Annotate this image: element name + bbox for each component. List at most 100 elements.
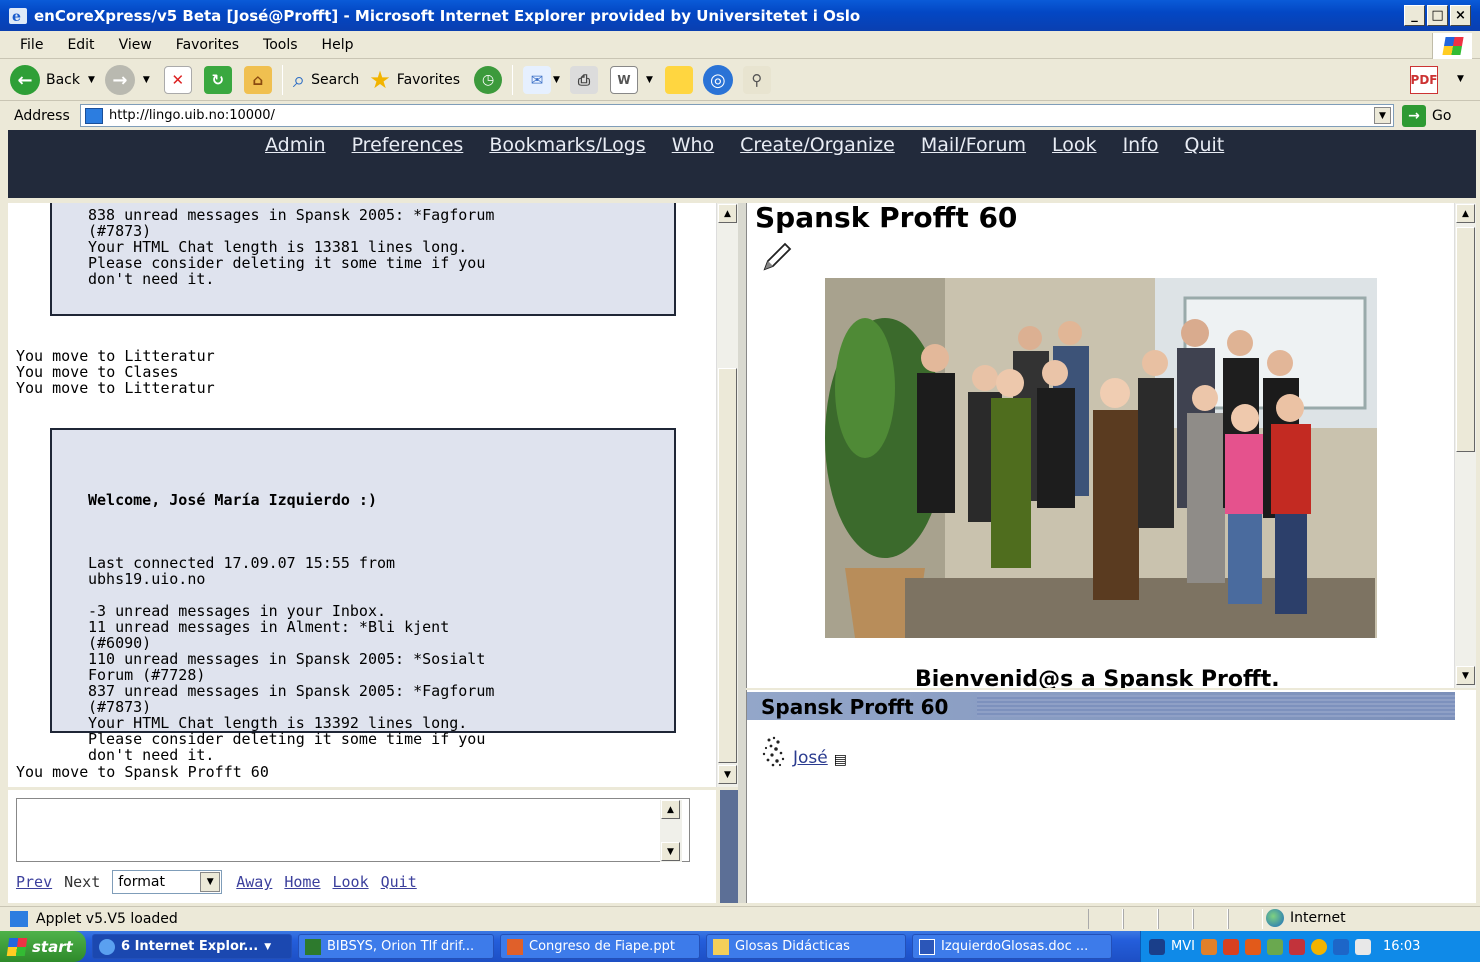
frame-border <box>720 790 738 903</box>
move-messages: You move to Litteratur You move to Clase… <box>16 347 215 397</box>
favorites-button[interactable]: ★ Favorites <box>369 66 460 94</box>
room-scroll-down-icon[interactable]: ▼ <box>1456 666 1475 685</box>
menu-tools[interactable]: Tools <box>251 37 310 53</box>
pdf-dropdown-icon[interactable]: ▼ <box>1457 74 1464 84</box>
room-scroll-thumb[interactable] <box>1456 227 1475 452</box>
menu-help[interactable]: Help <box>310 37 366 53</box>
status-text: Applet v5.V5 loaded <box>36 910 178 927</box>
acrobat-tray-icon[interactable] <box>1222 938 1239 955</box>
pdf-icon[interactable]: PDF <box>1410 66 1438 94</box>
forward-button[interactable]: → ▼ <box>104 65 150 95</box>
forward-dropdown-icon[interactable]: ▼ <box>143 75 150 85</box>
maximize-button[interactable]: □ <box>1427 5 1448 26</box>
close-button[interactable]: × <box>1450 5 1471 26</box>
flower-tray-icon[interactable] <box>1310 938 1327 955</box>
nc-tray-icon[interactable] <box>1149 938 1165 955</box>
window-title: enCoreXpress/v5 Beta [José@Profft] - Mic… <box>34 6 861 25</box>
toolbar-separator-2 <box>512 65 514 95</box>
nav-info[interactable]: Info <box>1123 134 1159 156</box>
nav-who[interactable]: Who <box>672 134 714 156</box>
nav-quit[interactable]: Quit <box>1185 134 1225 156</box>
menu-view[interactable]: View <box>107 37 164 53</box>
network-tray-icon[interactable] <box>1266 938 1283 955</box>
nav-create-organize[interactable]: Create/Organize <box>740 134 895 156</box>
window-titlebar[interactable]: e enCoreXpress/v5 Beta [José@Profft] - M… <box>0 0 1480 31</box>
task-folder[interactable]: Glosas Didácticas <box>706 934 906 959</box>
room-scroll-up-icon[interactable]: ▲ <box>1456 204 1475 223</box>
task-bibsys[interactable]: BIBSYS, Orion Tlf drif... <box>298 934 494 959</box>
tray-label[interactable]: MVI <box>1171 939 1195 954</box>
user-entry[interactable]: José ▤ <box>761 734 847 768</box>
who-header: Spansk Profft 60 <box>747 692 1455 720</box>
nav-admin[interactable]: Admin <box>265 134 326 156</box>
office-tray-icon[interactable] <box>1244 938 1261 955</box>
user-name-link[interactable]: José <box>793 748 828 768</box>
svg-text:e: e <box>12 9 21 25</box>
print-icon[interactable]: ⎙ <box>569 66 598 94</box>
input-scrollbar[interactable]: ▲ ▼ <box>660 800 682 862</box>
address-input[interactable]: http://lingo.uib.no:10000/ ▼ <box>80 104 1394 127</box>
back-button[interactable]: ← Back ▼ <box>10 65 95 95</box>
menu-file[interactable]: File <box>8 37 55 53</box>
messenger-icon[interactable]: ◎ <box>702 65 733 95</box>
quit-link[interactable]: Quit <box>381 873 417 891</box>
go-label: Go <box>1432 108 1452 124</box>
star-icon: ★ <box>369 66 391 94</box>
home-link[interactable]: Home <box>284 873 320 891</box>
scroll-up-icon[interactable]: ▲ <box>718 204 737 223</box>
welcome-message-box: Welcome, José María Izquierdo :) Last co… <box>50 428 676 763</box>
away-link[interactable]: Away <box>236 873 272 891</box>
home-icon[interactable]: ⌂ <box>243 66 272 94</box>
note-icon[interactable] <box>664 66 693 94</box>
edit-dropdown-icon[interactable]: ▼ <box>646 75 653 85</box>
nav-look[interactable]: Look <box>1052 134 1097 156</box>
scroll-down-icon[interactable]: ▼ <box>718 765 737 784</box>
nav-preferences[interactable]: Preferences <box>352 134 464 156</box>
edit-word-icon[interactable]: W <box>609 66 638 94</box>
back-dropdown-icon[interactable]: ▼ <box>88 75 95 85</box>
next-label[interactable]: Next <box>64 873 100 891</box>
start-button[interactable]: start <box>0 931 86 962</box>
prev-link[interactable]: Prev <box>16 873 52 891</box>
chat-log[interactable]: 838 unread messages in Spansk 2005: *Fag… <box>8 203 716 787</box>
antivirus-tray-icon[interactable] <box>1332 938 1349 955</box>
mail-icon[interactable]: ✉ <box>523 66 552 94</box>
nav-bookmarks-logs[interactable]: Bookmarks/Logs <box>489 134 645 156</box>
toolbar-separator <box>281 65 283 95</box>
stop-icon[interactable]: ✕ <box>163 66 192 94</box>
look-link[interactable]: Look <box>333 873 369 891</box>
search-button[interactable]: ⌕ Search <box>293 68 359 93</box>
room-title: Spansk Profft 60 <box>755 203 1018 234</box>
java-tray-icon[interactable] <box>1200 938 1217 955</box>
scroll-thumb[interactable] <box>718 368 737 763</box>
pencil-icon[interactable] <box>759 239 795 275</box>
nav-mail-forum[interactable]: Mail/Forum <box>921 134 1026 156</box>
go-button[interactable]: → Go <box>1402 105 1451 127</box>
favorites-label: Favorites <box>396 72 461 88</box>
format-select[interactable]: format ▼ <box>112 870 223 894</box>
speaker-tray-icon[interactable] <box>1354 938 1371 955</box>
mail-dropdown-icon[interactable]: ▼ <box>553 75 560 85</box>
task-internet-explorer[interactable]: 6 Internet Explor... ▼ <box>92 934 292 959</box>
room-scrollbar[interactable]: ▲ ▼ <box>1454 203 1476 688</box>
word-icon <box>919 938 935 955</box>
shield-tray-icon[interactable] <box>1288 938 1305 955</box>
menu-favorites[interactable]: Favorites <box>164 37 251 53</box>
address-url: http://lingo.uib.no:10000/ <box>109 108 275 123</box>
chat-scrollbar[interactable]: ▲ ▼ <box>716 203 738 787</box>
pane-divider[interactable] <box>738 203 746 903</box>
minimize-button[interactable]: _ <box>1404 5 1425 26</box>
task-word[interactable]: IzquierdoGlosas.doc ... <box>912 934 1112 959</box>
forward-arrow-icon: → <box>104 65 135 95</box>
input-scroll-up-icon[interactable]: ▲ <box>661 800 680 819</box>
menu-edit[interactable]: Edit <box>55 37 106 53</box>
ie-logo-icon: e <box>9 7 27 25</box>
refresh-icon[interactable]: ↻ <box>203 66 232 94</box>
input-scroll-down-icon[interactable]: ▼ <box>661 842 680 861</box>
address-dropdown-icon[interactable]: ▼ <box>1374 107 1391 124</box>
history-icon[interactable]: ◷ <box>474 66 503 94</box>
task-powerpoint[interactable]: Congreso de Fiape.ppt <box>500 934 700 959</box>
research-icon[interactable]: ⚲ <box>742 66 771 94</box>
chat-input[interactable] <box>16 798 690 862</box>
chat-input-area: ▲ ▼ Prev Next format ▼ Away Home Look Qu… <box>8 790 716 903</box>
